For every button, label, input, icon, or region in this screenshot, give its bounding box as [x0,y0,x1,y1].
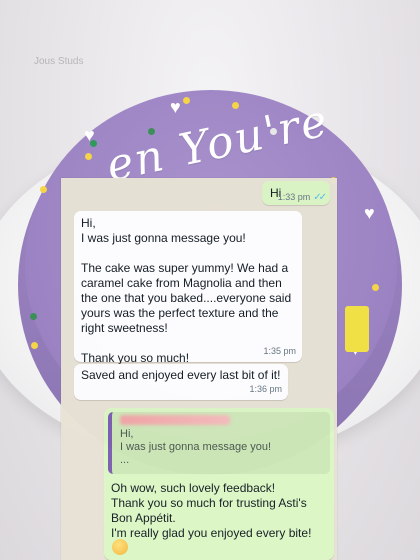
message-text: Saved and enjoyed every last bit of it! [81,368,281,382]
quoted-author-redacted [120,415,230,425]
sprinkle [148,128,155,135]
outgoing-message[interactable]: Hi 1:33 pm ✓✓ [262,181,330,205]
message-timestamp: 1:35 pm [263,346,296,356]
chat-screenshot: Hi 1:33 pm ✓✓ Hi, I was just gonna messag… [61,178,337,560]
message-timestamp: 1:36 pm [249,384,282,394]
sprinkle [31,342,38,349]
sprinkle [232,102,239,109]
message-timestamp: 1:33 pm ✓✓ [277,192,327,203]
quoted-message[interactable]: Hi, I was just gonna message you! ... [108,412,330,474]
quoted-text: Hi, I was just gonna message you! ... [120,428,272,466]
sprinkle [30,313,37,320]
sprinkle [270,128,277,135]
sprinkle [372,284,379,291]
photo-watermark: Jous Studs [34,56,84,67]
sprinkle [40,186,47,193]
incoming-message[interactable]: Saved and enjoyed every last bit of it! … [74,364,288,400]
double-check-read-icon: ✓✓ [313,192,327,203]
heart-decoration-icon: ♥ [364,203,375,223]
heart-decoration-icon: ♥ [170,97,181,117]
message-text: Oh wow, such lovely feedback! Thank you … [111,481,312,540]
outgoing-reply-message[interactable]: Hi, I was just gonna message you! ... Oh… [104,408,334,560]
smiling-face-emoji-icon [112,539,128,555]
heart-decoration-icon: ♥ [84,125,95,145]
yellow-decoration [345,306,369,352]
incoming-message[interactable]: Hi, I was just gonna message you! The ca… [74,211,302,365]
sprinkle [183,97,190,104]
sprinkle [85,153,92,160]
